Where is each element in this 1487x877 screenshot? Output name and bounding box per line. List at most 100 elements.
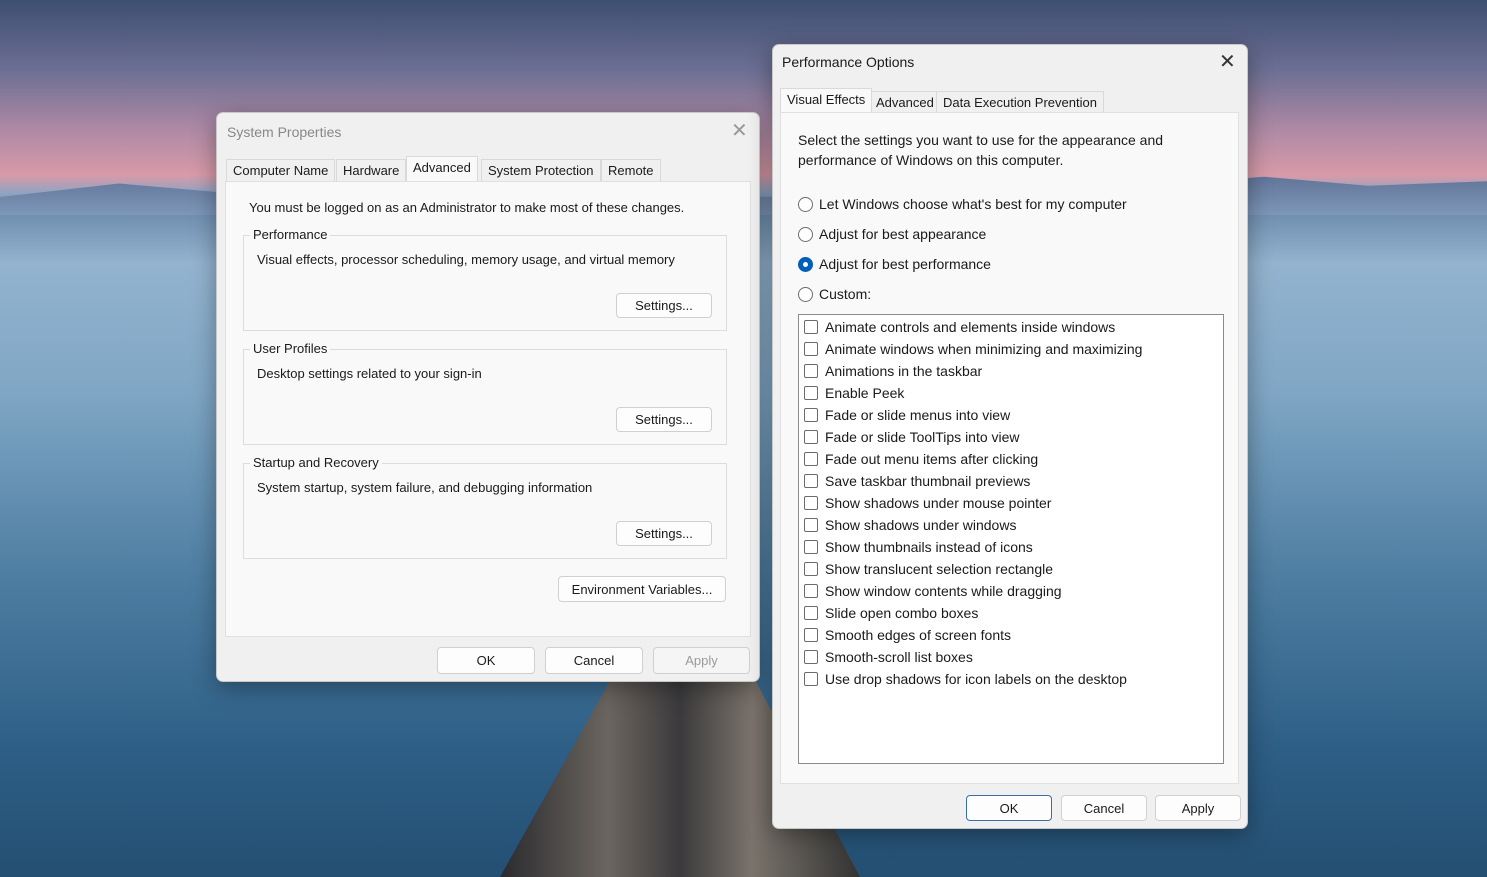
checkbox[interactable] xyxy=(804,628,818,642)
checkbox-label: Use drop shadows for icon labels on the … xyxy=(825,671,1127,687)
startup-recovery-group: Startup and Recovery System startup, sys… xyxy=(243,455,727,559)
radio-label: Adjust for best performance xyxy=(819,256,991,272)
radio-option[interactable]: Adjust for best appearance xyxy=(798,226,986,242)
apply-button[interactable]: Apply xyxy=(653,647,750,674)
checkbox[interactable] xyxy=(804,584,818,598)
group-description: Visual effects, processor scheduling, me… xyxy=(257,252,675,267)
checkbox[interactable] xyxy=(804,408,818,422)
checkbox-label: Show thumbnails instead of icons xyxy=(825,539,1033,555)
apply-button[interactable]: Apply xyxy=(1155,795,1241,821)
effect-checkbox-item[interactable]: Show thumbnails instead of icons xyxy=(804,539,1033,555)
tab-advanced[interactable]: Advanced xyxy=(869,91,941,113)
checkbox[interactable] xyxy=(804,650,818,664)
environment-variables-button[interactable]: Environment Variables... xyxy=(558,576,726,602)
checkbox-label: Fade out menu items after clicking xyxy=(825,451,1039,467)
checkbox[interactable] xyxy=(804,342,818,356)
checkbox-label: Fade or slide ToolTips into view xyxy=(825,429,1020,445)
tab-system-protection[interactable]: System Protection xyxy=(481,159,601,181)
checkbox[interactable] xyxy=(804,518,818,532)
ok-button[interactable]: OK xyxy=(437,647,535,674)
window-title: System Properties xyxy=(227,124,342,140)
window-title: Performance Options xyxy=(782,54,915,70)
group-label: Performance xyxy=(250,227,331,242)
group-label: Startup and Recovery xyxy=(250,455,382,470)
checkbox-label: Smooth-scroll list boxes xyxy=(825,649,973,665)
admin-notice: You must be logged on as an Administrato… xyxy=(249,200,685,215)
startup-recovery-settings-button[interactable]: Settings... xyxy=(616,521,712,546)
checkbox[interactable] xyxy=(804,430,818,444)
checkbox-label: Show window contents while dragging xyxy=(825,583,1062,599)
radio-label: Let Windows choose what's best for my co… xyxy=(819,196,1127,212)
effect-checkbox-item[interactable]: Show translucent selection rectangle xyxy=(804,561,1053,577)
radio-button[interactable] xyxy=(798,226,813,242)
effect-checkbox-item[interactable]: Enable Peek xyxy=(804,385,904,401)
checkbox[interactable] xyxy=(804,672,818,686)
tab-advanced[interactable]: Advanced xyxy=(406,156,478,181)
tab-visual-effects[interactable]: Visual Effects xyxy=(780,88,873,112)
radio-label: Custom: xyxy=(819,286,872,302)
effect-checkbox-item[interactable]: Show shadows under mouse pointer xyxy=(804,495,1051,511)
ok-button[interactable]: OK xyxy=(966,795,1052,821)
effect-checkbox-item[interactable]: Use drop shadows for icon labels on the … xyxy=(804,671,1127,687)
group-description: Desktop settings related to your sign-in xyxy=(257,366,482,381)
visual-effects-list[interactable]: Animate controls and elements inside win… xyxy=(798,314,1224,764)
performance-options-window: Performance Options ✕ Visual Effects Adv… xyxy=(772,44,1248,829)
effect-checkbox-item[interactable]: Animations in the taskbar xyxy=(804,363,982,379)
radio-label: Adjust for best appearance xyxy=(819,226,987,242)
group-description: System startup, system failure, and debu… xyxy=(257,480,593,495)
effect-checkbox-item[interactable]: Fade or slide menus into view xyxy=(804,407,1010,423)
checkbox-label: Animate windows when minimizing and maxi… xyxy=(825,341,1143,357)
system-properties-window: System Properties ✕ Computer Name Hardwa… xyxy=(216,112,760,682)
checkbox-label: Animations in the taskbar xyxy=(825,363,983,379)
checkbox[interactable] xyxy=(804,474,818,488)
checkbox[interactable] xyxy=(804,496,818,510)
checkbox-label: Smooth edges of screen fonts xyxy=(825,627,1011,643)
performance-group: Performance Visual effects, processor sc… xyxy=(243,227,727,331)
tab-panel: Select the settings you want to use for … xyxy=(780,112,1239,784)
intro-text: performance of Windows on this computer. xyxy=(798,152,1064,168)
effect-checkbox-item[interactable]: Show window contents while dragging xyxy=(804,583,1062,599)
effect-checkbox-item[interactable]: Fade or slide ToolTips into view xyxy=(804,429,1020,445)
radio-button[interactable] xyxy=(798,286,813,302)
checkbox[interactable] xyxy=(804,540,818,554)
effect-checkbox-item[interactable]: Animate windows when minimizing and maxi… xyxy=(804,341,1142,357)
radio-option[interactable]: Custom: xyxy=(798,286,871,302)
checkbox[interactable] xyxy=(804,606,818,620)
checkbox-label: Save taskbar thumbnail previews xyxy=(825,473,1031,489)
effect-checkbox-item[interactable]: Animate controls and elements inside win… xyxy=(804,319,1115,335)
checkbox-label: Enable Peek xyxy=(825,385,905,401)
effect-checkbox-item[interactable]: Fade out menu items after clicking xyxy=(804,451,1038,467)
checkbox-label: Slide open combo boxes xyxy=(825,605,979,621)
tab-computer-name[interactable]: Computer Name xyxy=(226,159,336,181)
effect-checkbox-item[interactable]: Smooth-scroll list boxes xyxy=(804,649,973,665)
radio-button[interactable] xyxy=(798,256,813,272)
checkbox[interactable] xyxy=(804,562,818,576)
tab-data-execution-prevention[interactable]: Data Execution Prevention xyxy=(936,91,1104,113)
effect-checkbox-item[interactable]: Smooth edges of screen fonts xyxy=(804,627,1011,643)
checkbox-label: Show shadows under windows xyxy=(825,517,1017,533)
close-icon[interactable]: ✕ xyxy=(731,121,748,141)
checkbox-label: Show shadows under mouse pointer xyxy=(825,495,1052,511)
checkbox[interactable] xyxy=(804,386,818,400)
radio-option[interactable]: Adjust for best performance xyxy=(798,256,991,272)
cancel-button[interactable]: Cancel xyxy=(545,647,643,674)
cancel-button[interactable]: Cancel xyxy=(1061,795,1147,821)
effect-checkbox-item[interactable]: Save taskbar thumbnail previews xyxy=(804,473,1030,489)
checkbox-label: Fade or slide menus into view xyxy=(825,407,1011,423)
tab-hardware[interactable]: Hardware xyxy=(336,159,407,181)
performance-settings-button[interactable]: Settings... xyxy=(616,293,712,318)
checkbox[interactable] xyxy=(804,452,818,466)
checkbox[interactable] xyxy=(804,320,818,334)
radio-button[interactable] xyxy=(798,196,813,212)
tab-panel: You must be logged on as an Administrato… xyxy=(225,181,751,637)
radio-option[interactable]: Let Windows choose what's best for my co… xyxy=(798,196,1127,212)
effect-checkbox-item[interactable]: Show shadows under windows xyxy=(804,517,1016,533)
checkbox[interactable] xyxy=(804,364,818,378)
effect-checkbox-item[interactable]: Slide open combo boxes xyxy=(804,605,978,621)
tab-remote[interactable]: Remote xyxy=(601,159,661,181)
checkbox-label: Animate controls and elements inside win… xyxy=(825,319,1116,335)
checkbox-label: Show translucent selection rectangle xyxy=(825,561,1054,577)
close-icon[interactable]: ✕ xyxy=(1219,52,1236,72)
user-profiles-settings-button[interactable]: Settings... xyxy=(616,407,712,432)
intro-text: Select the settings you want to use for … xyxy=(798,132,1164,148)
